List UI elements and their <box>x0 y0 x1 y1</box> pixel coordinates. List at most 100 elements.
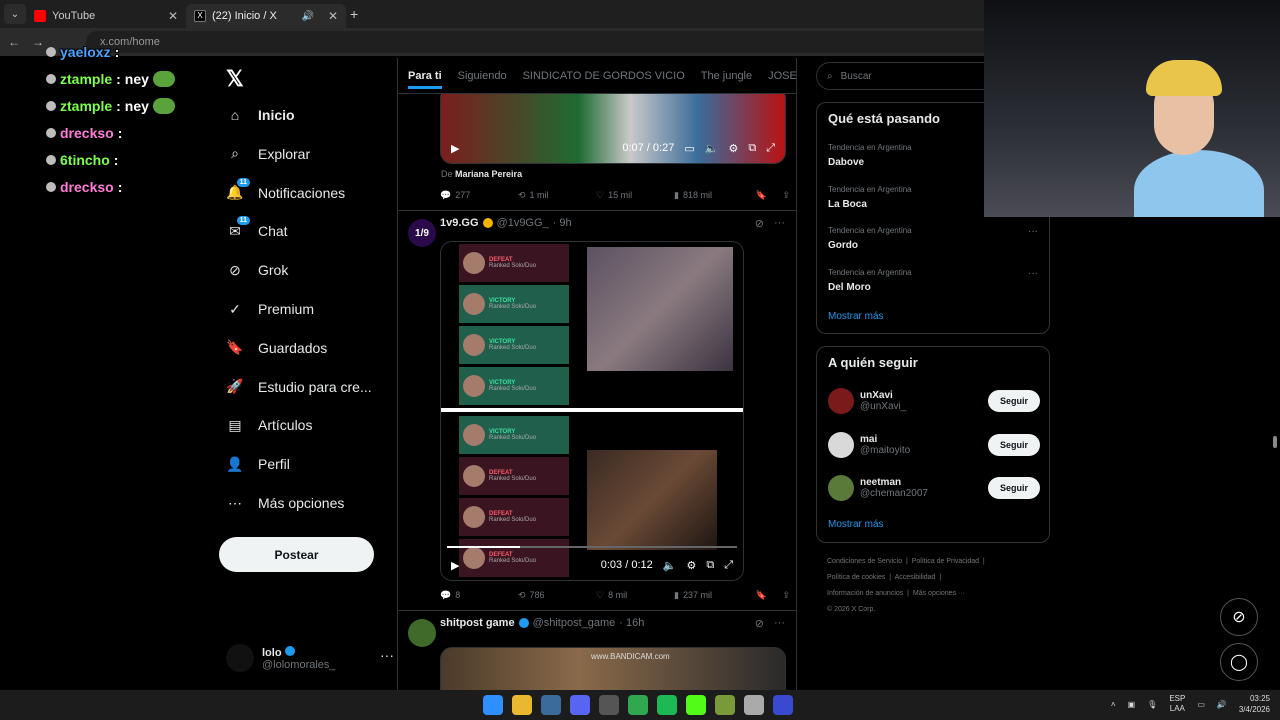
reply-button[interactable]: 💬 8 <box>440 590 518 601</box>
tab-the-jungle[interactable]: The jungle <box>701 70 752 82</box>
settings-icon[interactable]: ⚙ <box>728 142 738 155</box>
author-name[interactable]: shitpost game <box>440 617 515 629</box>
network-icon[interactable]: ▣ <box>1128 700 1136 709</box>
volume-icon[interactable]: 🔊 <box>1217 700 1227 709</box>
nav-item-search[interactable]: ⌕ Explorar <box>226 139 310 169</box>
minecraft-icon[interactable] <box>715 695 735 715</box>
like-button[interactable]: ♡ 8 mil <box>596 590 674 601</box>
close-tab-icon[interactable]: ✕ <box>328 9 338 23</box>
play-icon[interactable]: ▶ <box>451 142 459 155</box>
repost-button[interactable]: ⟲ 786 <box>518 590 596 601</box>
volume-icon[interactable]: 🔈 <box>663 559 677 572</box>
follow-suggestion[interactable]: unXavi @unXavi_ Seguir <box>828 385 1040 417</box>
fullscreen-icon[interactable]: ⤢ <box>724 559 733 572</box>
spotify-icon[interactable] <box>657 695 677 715</box>
fullscreen-icon[interactable]: ⤢ <box>766 142 775 155</box>
share-icon[interactable]: ⇪ <box>782 190 790 201</box>
forward-icon[interactable]: → <box>32 35 44 49</box>
video-progress[interactable] <box>447 546 737 548</box>
mic-icon[interactable]: 🎙 <box>1147 700 1157 709</box>
clock[interactable]: 03:25 3/4/2026 <box>1239 693 1270 715</box>
post[interactable]: 1/9 1v9.GG @1v9GG_ · 9h ⊘ ··· DEFEAT Rank… <box>398 211 796 611</box>
nav-item-grok[interactable]: ⊘ Grok <box>226 255 288 285</box>
post-video[interactable]: ▶ 0:07 / 0:27 ▭ 🔈 ⚙ ⧉ ⤢ <box>440 86 786 164</box>
obs-icon[interactable] <box>599 695 619 715</box>
more-icon[interactable]: ··· <box>774 617 785 630</box>
like-button[interactable]: ♡ 15 mil <box>596 190 674 201</box>
tab-joseo[interactable]: JOSEO <box>768 70 796 82</box>
speaker-icon[interactable]: 🔊 <box>301 11 313 22</box>
repost-button[interactable]: ⟲ 1 mil <box>518 190 596 201</box>
tab-para-ti[interactable]: Para ti <box>408 70 442 89</box>
scrollbar-thumb[interactable] <box>1273 436 1277 448</box>
more-link[interactable]: Más opciones ··· <box>913 590 965 597</box>
share-icon[interactable]: ⇪ <box>782 590 790 601</box>
post[interactable]: shitpost game @shitpost_game · 16h ⊘ ···… <box>398 611 796 690</box>
tab-search-button[interactable]: ⌄ <box>4 4 26 24</box>
follow-suggestion[interactable]: mai @maitoyito Seguir <box>828 429 1040 461</box>
play-icon[interactable]: ▶ <box>451 559 459 572</box>
post-time[interactable]: · 9h <box>553 217 572 229</box>
back-icon[interactable]: ← <box>8 35 20 49</box>
post-time[interactable]: · 16h <box>619 617 644 629</box>
source-name[interactable]: Mariana Pereira <box>455 169 522 179</box>
settings-icon[interactable]: ⚙ <box>686 559 696 572</box>
close-tab-icon[interactable]: ✕ <box>168 9 178 23</box>
nav-item-chat[interactable]: ✉ 11 Chat <box>226 216 288 246</box>
privacy-link[interactable]: Política de Privacidad <box>912 558 979 565</box>
avatar[interactable] <box>408 619 436 647</box>
trend-item[interactable]: Tendencia en Argentina Gordo ··· <box>828 226 1038 251</box>
nav-item-bell[interactable]: 🔔 11 Notificaciones <box>226 177 345 208</box>
nav-item-person[interactable]: 👤 Perfil <box>226 449 290 479</box>
captions-icon[interactable]: ▭ <box>684 142 694 155</box>
post-video[interactable]: DEFEAT Ranked Solo/Duo VICTORY Ranked Solo/… <box>440 241 744 581</box>
more-icon[interactable]: ··· <box>1028 268 1038 279</box>
trend-item[interactable]: Tendencia en Argentina Del Moro ··· <box>828 268 1038 293</box>
volume-icon[interactable]: 🔈 <box>705 142 719 155</box>
more-icon[interactable]: ··· <box>774 217 785 230</box>
chrome-icon[interactable] <box>628 695 648 715</box>
nav-item-premium[interactable]: ✓ Premium <box>226 294 314 324</box>
author-handle[interactable]: @shitpost_game <box>533 617 616 629</box>
tab-youtube[interactable]: YouTube ✕ <box>26 4 186 28</box>
reply-button[interactable]: 💬 277 <box>440 190 518 201</box>
terms-link[interactable]: Condiciones de Servicio <box>827 558 902 565</box>
steam-icon[interactable] <box>541 695 561 715</box>
ads-link[interactable]: Información de anuncios <box>827 590 903 597</box>
follow-button[interactable]: Seguir <box>988 433 1040 456</box>
bookmark-icon[interactable]: 🔖 <box>756 190 767 201</box>
x-logo-icon[interactable]: 𝕏 <box>226 66 244 92</box>
follow-button[interactable]: Seguir <box>988 390 1040 412</box>
tab-x-home[interactable]: X (22) Inicio / X 🔊 ✕ <box>186 4 346 28</box>
follow-suggestion[interactable]: neetman @cheman2007 Seguir <box>828 472 1040 504</box>
nav-item-more-circle[interactable]: ⋯ Más opciones <box>226 488 344 518</box>
author-handle[interactable]: @1v9GG_ <box>497 217 549 229</box>
show-more-trends[interactable]: Mostrar más <box>828 311 884 322</box>
discord-icon[interactable] <box>570 695 590 715</box>
file-explorer-icon[interactable] <box>512 695 532 715</box>
follow-button[interactable]: Seguir <box>988 477 1040 499</box>
cursor-app-icon[interactable] <box>744 695 764 715</box>
language-indicator[interactable]: ESP LAA <box>1169 694 1185 714</box>
accessibility-link[interactable]: Accesibilidad <box>895 574 936 581</box>
kick-icon[interactable] <box>686 695 706 715</box>
nav-item-rocket[interactable]: 🚀 Estudio para cre... <box>226 372 371 402</box>
tab-siguiendo[interactable]: Siguiendo <box>458 70 507 82</box>
grok-icon[interactable]: ⊘ <box>755 217 764 230</box>
post-button[interactable]: Postear <box>219 537 374 572</box>
ea-app-icon[interactable] <box>773 695 793 715</box>
chevron-up-icon[interactable]: ˄ <box>1111 700 1116 709</box>
show-more-follow[interactable]: Mostrar más <box>828 519 884 530</box>
nav-item-bookmark[interactable]: 🔖 Guardados <box>226 333 327 363</box>
grok-icon[interactable]: ⊘ <box>755 617 764 630</box>
views-button[interactable]: ▮ 237 mil <box>674 590 752 601</box>
new-tab-button[interactable]: + <box>350 6 358 22</box>
pip-icon[interactable]: ⧉ <box>706 559 714 572</box>
nav-item-home[interactable]: ⌂ Inicio <box>226 100 295 130</box>
more-icon[interactable]: ··· <box>1028 226 1038 237</box>
display-icon[interactable]: ▭ <box>1197 700 1205 709</box>
bookmark-icon[interactable]: 🔖 <box>756 590 767 601</box>
avatar[interactable]: 1/9 <box>408 219 436 247</box>
windows-start-icon[interactable] <box>483 695 503 715</box>
post[interactable]: ▶ 0:07 / 0:27 ▭ 🔈 ⚙ ⧉ ⤢ De Mariana Perei… <box>398 86 796 211</box>
